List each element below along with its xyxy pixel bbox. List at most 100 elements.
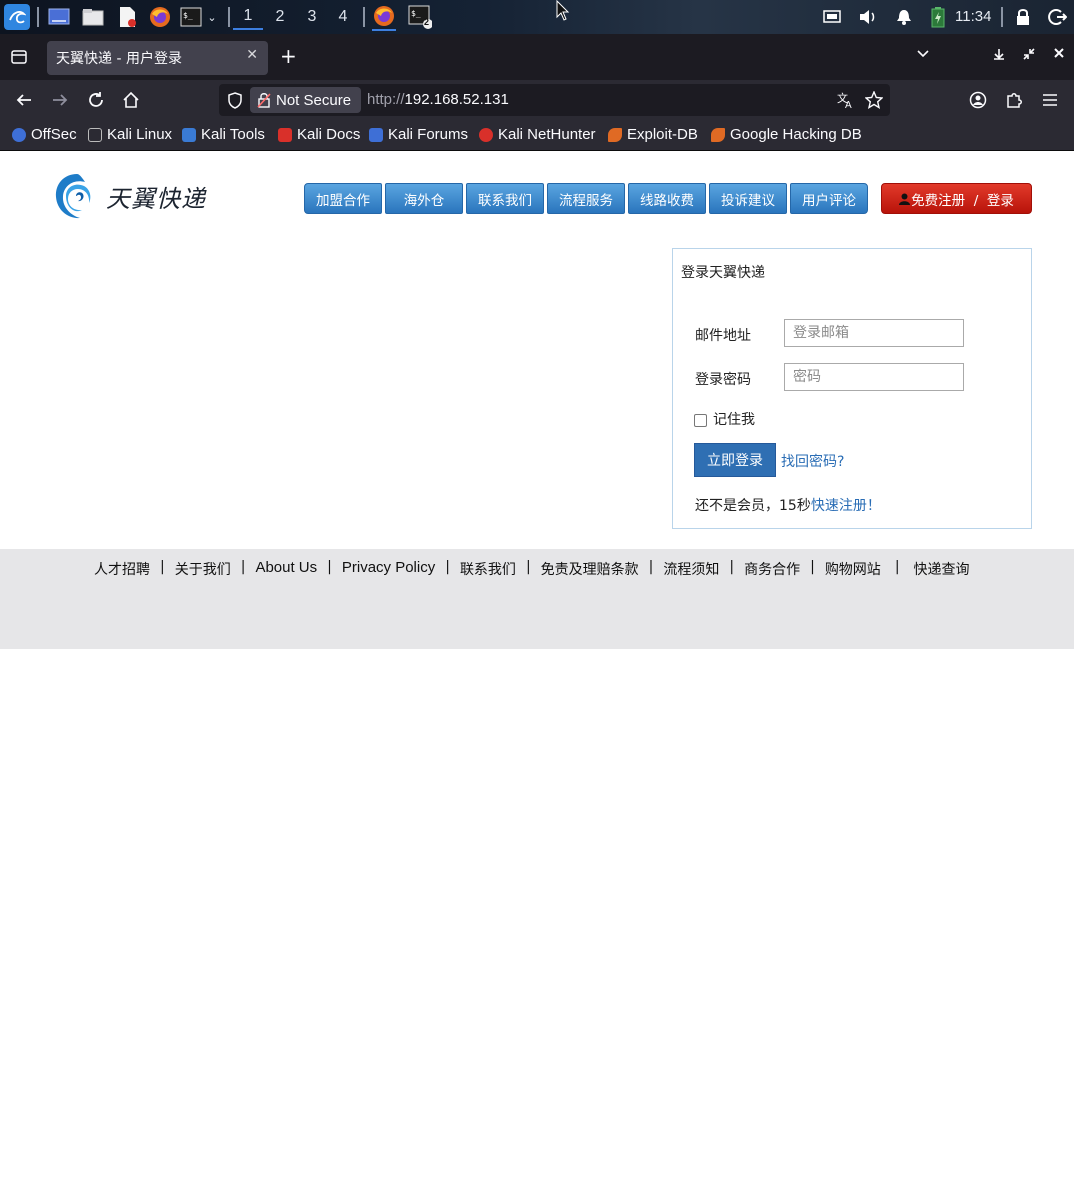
bookmark-kali-linux[interactable]: Kali Linux (88, 126, 172, 143)
footer-link-shopping[interactable]: 购物网站 (825, 559, 881, 579)
display-icon[interactable] (820, 5, 844, 29)
insecure-lock-icon (257, 93, 271, 108)
offsec-favicon-icon (12, 127, 26, 142)
forgot-password-link[interactable]: 找回密码? (781, 451, 844, 471)
footer-separator: | (327, 559, 332, 575)
bookmark-kali-docs[interactable]: Kali Docs (278, 126, 360, 143)
clock[interactable]: 11:34 (955, 8, 991, 25)
bookmark-star-icon[interactable] (864, 90, 884, 113)
kali-dragon-icon (88, 127, 102, 142)
firefox-window-icon[interactable] (372, 3, 396, 31)
url-bar[interactable]: Not Secure http://192.168.52.131 文A (219, 84, 890, 116)
chevron-down-icon[interactable]: ⌄ (204, 5, 220, 29)
volume-icon[interactable] (856, 5, 880, 29)
list-all-tabs-icon[interactable] (916, 46, 930, 64)
footer-separator: | (810, 559, 815, 575)
login-panel: 登录天翼快递 邮件地址 登录密码 记住我 立即登录 找回密码? 还不是会员，15… (672, 248, 1032, 529)
footer-separator: | (894, 559, 900, 575)
taskbar-separator (363, 7, 365, 27)
site-logo[interactable]: 天翼快递 (52, 169, 222, 223)
bookmark-kali-tools[interactable]: Kali Tools (182, 126, 265, 143)
footer-link-privacy-policy[interactable]: Privacy Policy (342, 559, 435, 579)
remember-me-checkbox[interactable] (694, 414, 707, 427)
browser-nav-bar: Not Secure http://192.168.52.131 文A (0, 80, 1074, 120)
lock-icon[interactable] (1011, 5, 1035, 29)
svg-text:$_: $_ (183, 11, 193, 20)
bookmark-kali-nethunter[interactable]: Kali NetHunter (479, 126, 596, 143)
tab-overview-icon[interactable] (10, 48, 28, 66)
footer-link-contact[interactable]: 联系我们 (460, 559, 516, 579)
workspace-4[interactable]: 4 (328, 4, 358, 30)
kali-tools-favicon-icon (182, 127, 196, 142)
menu-item-franchise[interactable]: 加盟合作 (304, 183, 382, 214)
restore-icon[interactable] (1022, 47, 1036, 65)
footer-link-disclaimer[interactable]: 免责及理赔条款 (541, 559, 639, 579)
quick-signup-link[interactable]: 快速注册！ (811, 498, 881, 514)
notification-icon[interactable] (892, 5, 916, 29)
text-editor-icon[interactable] (115, 5, 139, 29)
workspace-2[interactable]: 2 (265, 4, 295, 30)
firefox-icon[interactable] (148, 5, 172, 29)
email-field[interactable] (784, 319, 964, 347)
login-title: 登录天翼快递 (681, 265, 765, 281)
account-icon[interactable] (966, 88, 990, 112)
hamburger-menu-icon[interactable] (1038, 88, 1062, 112)
footer-separator: | (525, 559, 531, 575)
terminal-window-icon[interactable]: $_ 2 (408, 5, 432, 29)
bookmark-label: Kali Forums (388, 126, 469, 143)
bookmark-offsec[interactable]: OffSec (12, 126, 77, 143)
main-menu: 加盟合作 海外仓 联系我们 流程服务 线路收费 投诉建议 用户评论 (304, 183, 871, 214)
back-arrow-icon[interactable] (12, 88, 36, 112)
menu-item-complaints[interactable]: 投诉建议 (709, 183, 787, 214)
register-login-button[interactable]: 免费注册 / 登录 (881, 183, 1032, 214)
home-icon[interactable] (119, 88, 143, 112)
kali-menu-icon[interactable] (4, 4, 30, 30)
menu-item-contact[interactable]: 联系我们 (466, 183, 544, 214)
new-tab-icon[interactable]: + (280, 44, 297, 68)
bookmark-kali-forums[interactable]: Kali Forums (369, 126, 468, 143)
file-manager-icon[interactable] (81, 5, 105, 29)
bookmark-google-hacking-db[interactable]: Google Hacking DB (711, 126, 862, 143)
menu-item-process[interactable]: 流程服务 (547, 183, 625, 214)
bookmark-label: Kali NetHunter (498, 126, 596, 143)
menu-item-rates[interactable]: 线路收费 (628, 183, 706, 214)
terminal-icon[interactable]: $_ (179, 5, 203, 29)
footer-link-about-us[interactable]: About Us (255, 559, 317, 579)
menu-item-overseas-warehouse[interactable]: 海外仓 (385, 183, 463, 214)
signup-prefix: 还不是会员，15秒 (695, 498, 811, 514)
close-tab-icon[interactable]: ✕ (246, 47, 258, 63)
close-window-icon[interactable] (1053, 47, 1065, 63)
browser-tab-active[interactable]: 天翼快递 - 用户登录 ✕ (47, 41, 268, 75)
tracking-protection-icon[interactable] (227, 92, 243, 113)
workspace-1[interactable]: 1 (233, 4, 263, 30)
footer-link-process-notes[interactable]: 流程须知 (663, 559, 719, 579)
bookmark-label: Google Hacking DB (730, 126, 862, 143)
kali-docs-favicon-icon (278, 127, 292, 142)
battery-icon (926, 5, 950, 29)
remember-me[interactable]: 记住我 (694, 409, 755, 429)
menu-item-reviews[interactable]: 用户评论 (790, 183, 868, 214)
svg-text:A: A (845, 100, 852, 109)
reload-icon[interactable] (84, 88, 108, 112)
password-field[interactable] (784, 363, 964, 391)
not-secure-indicator[interactable]: Not Secure (250, 87, 361, 113)
footer-link-careers[interactable]: 人才招聘 (94, 559, 150, 579)
footer-link-tracking[interactable]: 快递查询 (914, 559, 970, 579)
exploit-db-favicon-icon (608, 127, 622, 142)
email-label: 邮件地址 (695, 328, 751, 344)
not-secure-label: Not Secure (276, 91, 352, 109)
translate-icon[interactable]: 文A (837, 91, 855, 113)
logout-icon[interactable] (1045, 5, 1069, 29)
forward-arrow-icon[interactable] (48, 88, 72, 112)
footer-link-about-cn[interactable]: 关于我们 (175, 559, 231, 579)
minimize-icon[interactable] (992, 47, 1006, 65)
footer-link-business[interactable]: 商务合作 (744, 559, 800, 579)
extensions-icon[interactable] (1002, 88, 1026, 112)
workspace-3[interactable]: 3 (297, 4, 327, 30)
url-text[interactable]: http://192.168.52.131 (367, 91, 509, 108)
logo-text: 天翼快递 (106, 184, 206, 213)
nethunter-favicon-icon (479, 127, 493, 142)
bookmark-exploit-db[interactable]: Exploit-DB (608, 126, 698, 143)
login-submit-button[interactable]: 立即登录 (694, 443, 776, 477)
desktop-icon[interactable] (47, 5, 71, 29)
